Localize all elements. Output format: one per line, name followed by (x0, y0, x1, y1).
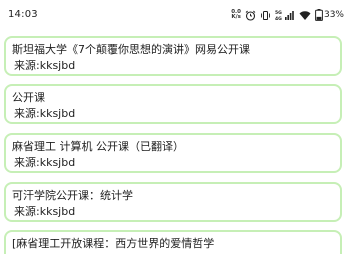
battery-icon (315, 9, 323, 21)
network-speed-indicator: 0.0 K/s (231, 9, 241, 21)
list-item-title: 斯坦福大学《7个颠覆你思想的演讲》网易公开课 (12, 43, 250, 56)
status-bar: 14:03 0.0 K/s 5G 4G 33% (0, 0, 350, 34)
battery-percent: 33% (323, 10, 344, 20)
network-label-4g: 4G (275, 16, 282, 21)
list-item-title: [麻省理工开放课程：西方世界的爱情哲学 (12, 237, 215, 250)
list-item-title: 可汗学院公开课：统计学 (12, 189, 133, 202)
signal-5g-4g-indicator: 5G 4G (275, 9, 295, 21)
list-item-title: 公开课 (12, 91, 45, 104)
status-time: 14:03 (8, 9, 38, 20)
network-speed-unit: K/s (231, 14, 241, 20)
list-item[interactable]: 麻省理工 计算机 公开课（已翻译） 来源:kksjbd (4, 133, 342, 173)
list-item-source: 来源:kksjbd (14, 156, 76, 169)
list-item[interactable]: 公开课 来源:kksjbd (4, 84, 342, 124)
list-item-source: 来源:kksjbd (14, 107, 76, 120)
vibrate-icon (260, 10, 271, 21)
status-icons: 0.0 K/s 5G 4G 33% (231, 8, 344, 22)
list-item-source: 来源:kksjbd (14, 205, 76, 218)
list-item[interactable]: 斯坦福大学《7个颠覆你思想的演讲》网易公开课 来源:kksjbd (4, 36, 342, 76)
alarm-icon (245, 10, 256, 21)
list-item-title: 麻省理工 计算机 公开课（已翻译） (12, 140, 184, 153)
list-item-source: 来源:kksjbd (14, 59, 76, 72)
battery-indicator: 33% (315, 9, 344, 21)
list-item[interactable]: 可汗学院公开课：统计学 来源:kksjbd (4, 182, 342, 222)
network-label-5g: 5G (275, 10, 282, 16)
list-item[interactable]: [麻省理工开放课程：西方世界的爱情哲学 (4, 230, 342, 254)
wifi-icon (299, 10, 311, 21)
